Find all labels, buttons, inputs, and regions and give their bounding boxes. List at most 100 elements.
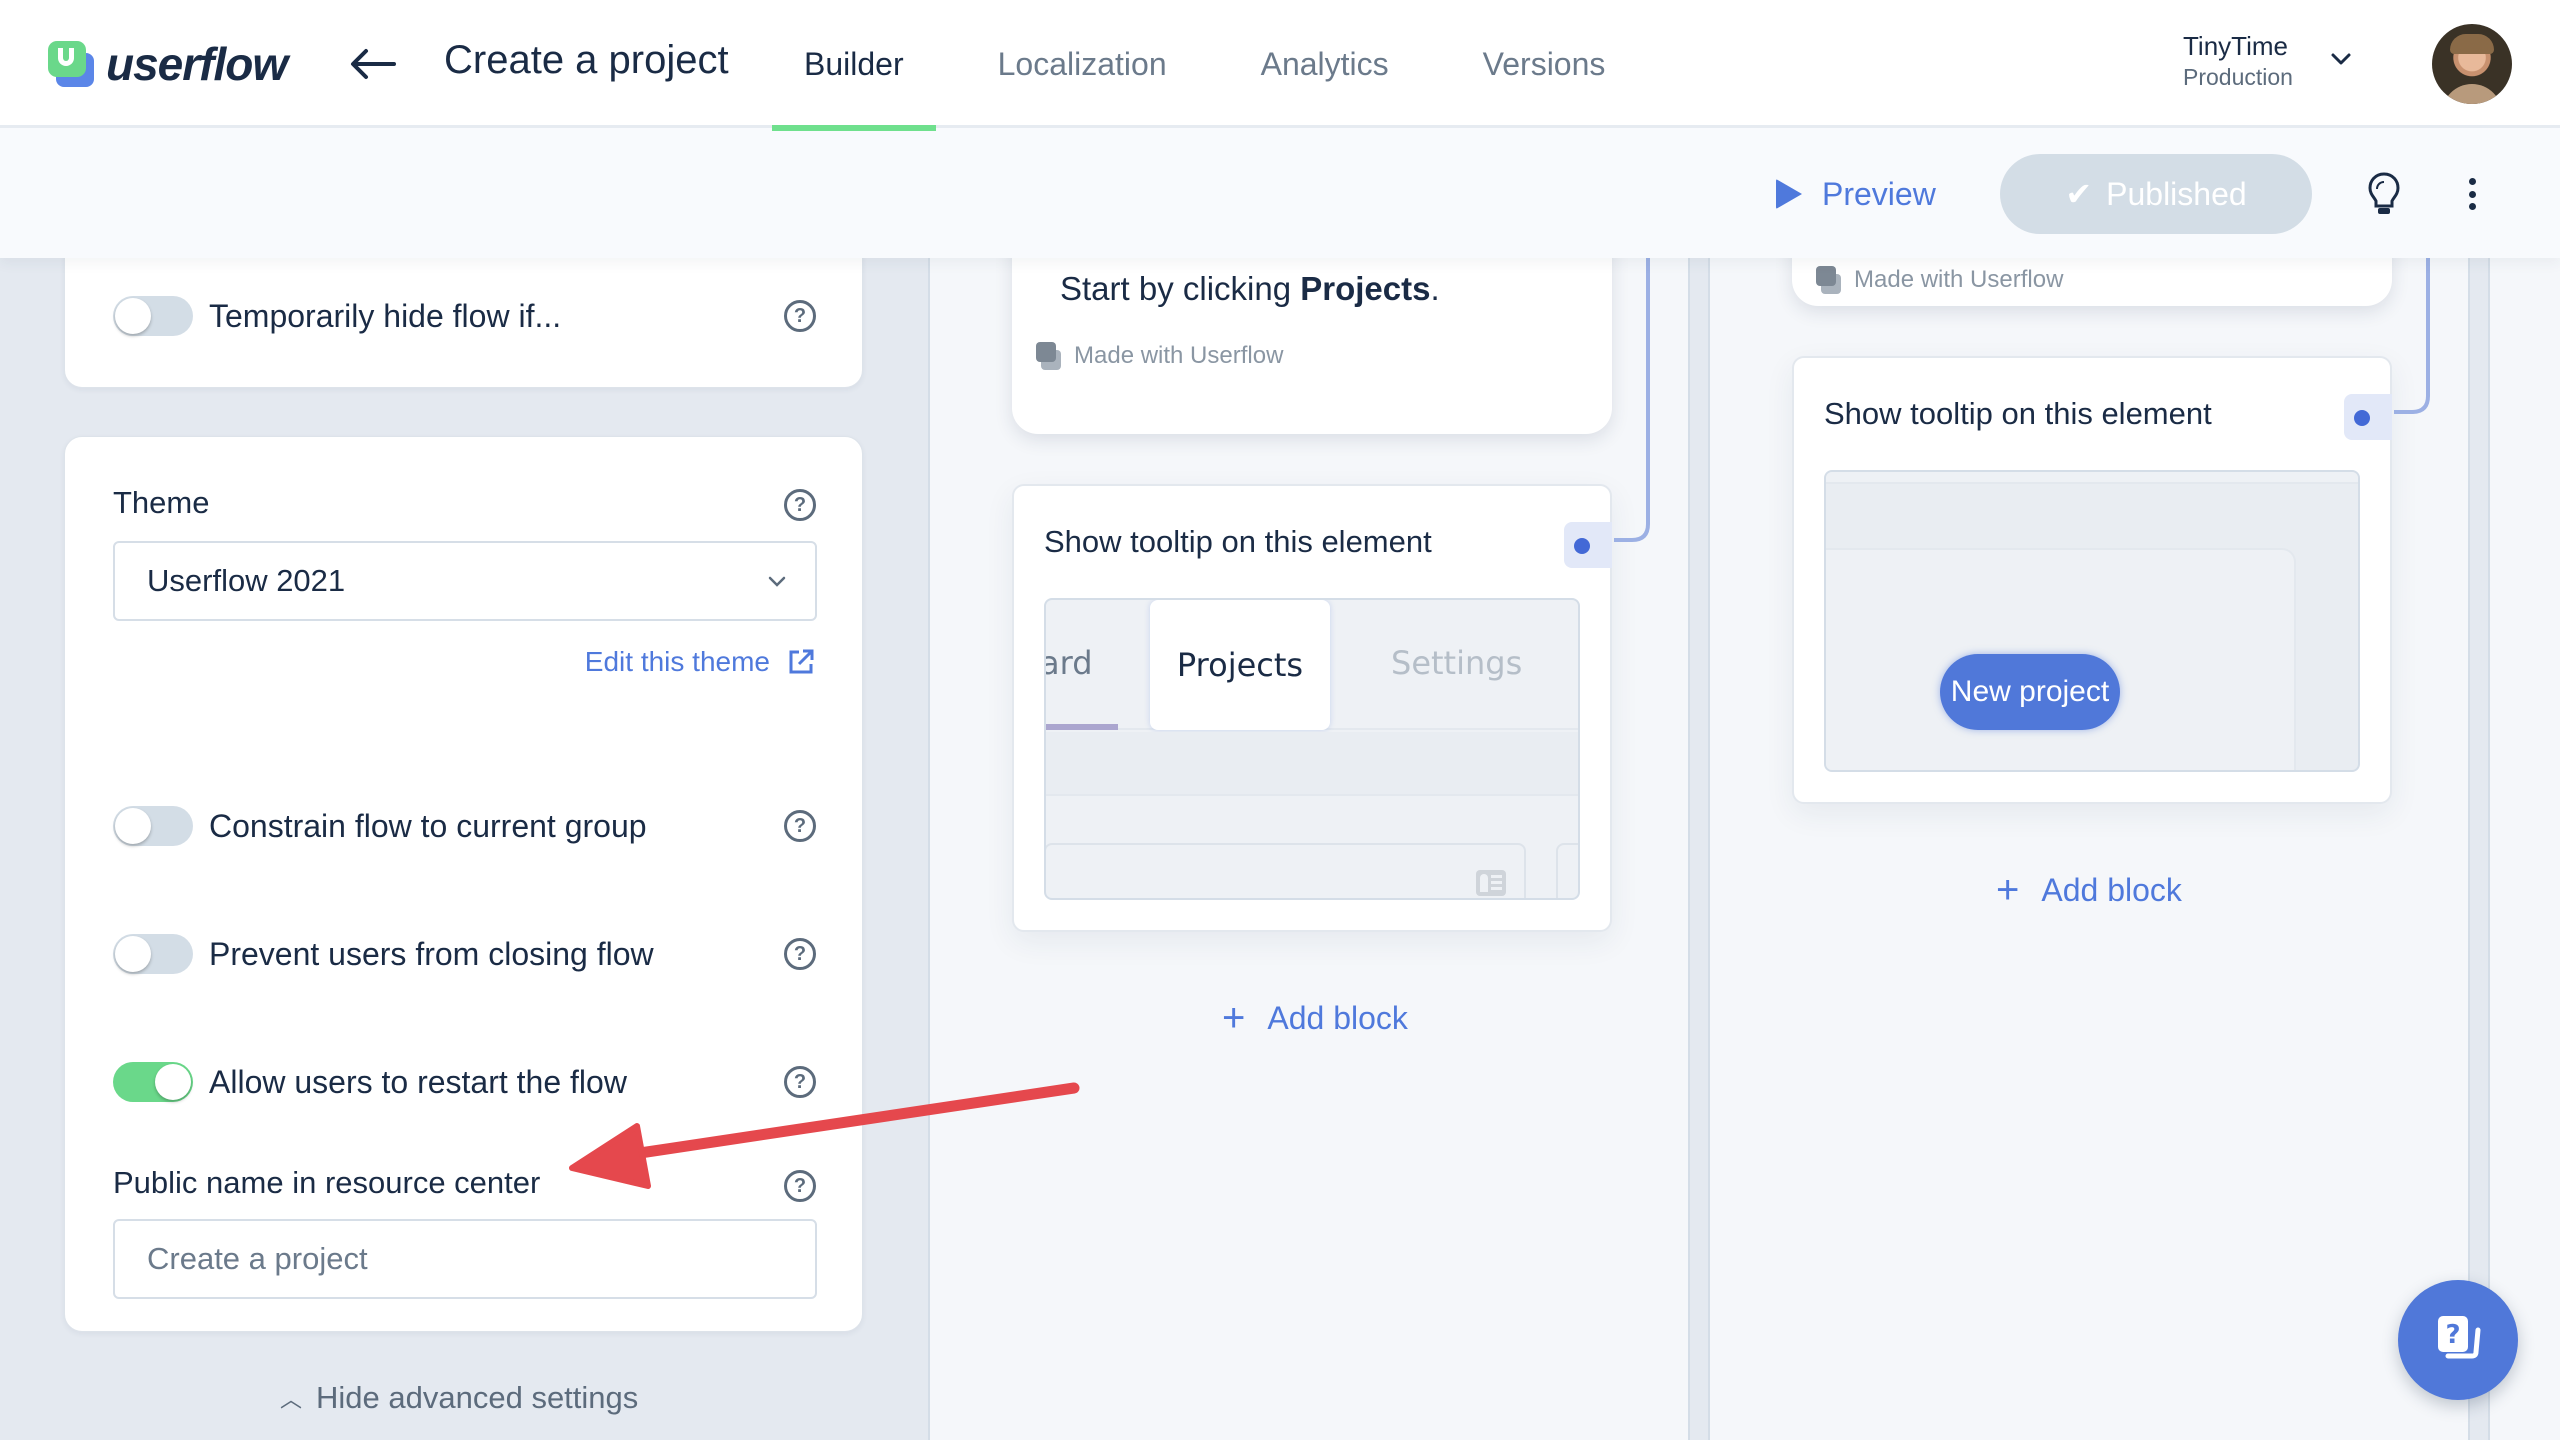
workspace-name: TinyTime [2183, 31, 2288, 61]
add-block-button[interactable]: + Add block [1996, 868, 2182, 913]
preview-label: Preview [1822, 175, 1936, 212]
check-icon: ✔ [2065, 176, 2093, 212]
preview-tab-settings: Settings [1391, 644, 1523, 682]
theme-select[interactable]: Userflow 2021 [113, 541, 817, 621]
lightbulb-icon[interactable] [2362, 170, 2406, 218]
toggle-row: Prevent users from closing flow ? [113, 932, 816, 976]
workspace-environment: Production [2183, 64, 2293, 90]
add-block-button[interactable]: + Add block [1222, 996, 1408, 1041]
main-tabs: Builder Localization Analytics Versions [772, 0, 1667, 131]
chevron-down-icon [768, 576, 786, 587]
plus-icon: + [1222, 996, 1246, 1040]
help-icon[interactable]: ? [784, 489, 816, 521]
allow-restart-toggle[interactable] [113, 1062, 193, 1102]
trigger-title: Show tooltip on this element [1824, 396, 2212, 431]
constrain-group-toggle[interactable] [113, 806, 193, 846]
contact-card-icon [1476, 870, 1506, 896]
preview-band [1046, 732, 1578, 796]
public-name-input[interactable] [113, 1219, 817, 1299]
hide-advanced-label: Hide advanced settings [316, 1380, 639, 1415]
userflow-logo-icon [46, 39, 96, 89]
kebab-dot [2468, 203, 2476, 210]
add-block-label: Add block [2041, 872, 2182, 908]
more-options-button[interactable] [2456, 172, 2488, 216]
user-avatar[interactable] [2432, 24, 2512, 104]
tooltip-preview-bubble[interactable]: Made with Userflow [1792, 258, 2392, 306]
edit-theme-label: Edit this theme [584, 646, 770, 677]
theme-selected-value: Userflow 2021 [147, 563, 346, 598]
tab-analytics[interactable]: Analytics [1229, 0, 1421, 128]
bubble-body-text: Start by clicking Projects. [1060, 270, 1440, 307]
next-step-column [2488, 258, 2560, 1440]
trigger-block[interactable]: Show tooltip on this element New project [1792, 356, 2392, 804]
made-with-label: Made with Userflow [1074, 342, 1284, 369]
step-column: super easy. Start by clicking Projects. … [928, 258, 1690, 1440]
tab-localization[interactable]: Localization [966, 0, 1199, 128]
tab-versions[interactable]: Versions [1451, 0, 1638, 128]
userflow-logo[interactable]: userflow [46, 36, 288, 92]
preview-tab-partial: ard [1044, 644, 1093, 682]
new-project-preview-button: New project [1940, 654, 2120, 730]
help-icon[interactable]: ? [784, 938, 816, 970]
trigger-block[interactable]: Show tooltip on this element ard Project… [1012, 484, 1612, 932]
temporarily-hide-toggle[interactable] [113, 296, 193, 336]
tab-builder[interactable]: Builder [772, 0, 936, 131]
userflow-mini-logo-icon [1036, 342, 1062, 370]
preview-row [1556, 843, 1578, 898]
connector-dot [1574, 538, 1590, 554]
temporarily-hide-row: Temporarily hide flow if... ? [113, 294, 816, 338]
resource-center-icon: ? [2438, 1316, 2481, 1359]
chevron-up-icon: ︿ [280, 1387, 303, 1412]
settings-card: Temporarily hide flow if... ? [64, 258, 863, 388]
connector-dot [2354, 410, 2370, 426]
made-with-userflow: Made with Userflow [1036, 342, 1283, 370]
toggle-label: Constrain flow to current group [209, 807, 647, 844]
toggle-label: Prevent users from closing flow [209, 935, 654, 972]
prevent-closing-toggle[interactable] [113, 934, 193, 974]
workspace-switcher[interactable]: TinyTime Production [2183, 30, 2293, 92]
kebab-dot [2468, 190, 2476, 198]
page-title: Create a project [444, 38, 729, 82]
published-label: Published [2106, 175, 2247, 212]
published-button[interactable]: ✔ Published [2000, 154, 2312, 234]
preview-button[interactable]: Preview [1776, 166, 1936, 222]
toggle-row: Constrain flow to current group ? [113, 804, 816, 848]
tab-label: Versions [1482, 45, 1606, 82]
flow-canvas: super easy. Start by clicking Projects. … [928, 258, 2560, 1440]
toggle-row: Allow users to restart the flow ? [113, 1060, 816, 1104]
connector-handle[interactable] [1564, 522, 1612, 568]
tooltip-preview-bubble[interactable]: super easy. Start by clicking Projects. … [1012, 258, 1612, 434]
edit-theme-link[interactable]: Edit this theme [585, 646, 816, 678]
plus-icon: + [1996, 868, 2020, 912]
kebab-dot [2468, 178, 2476, 185]
preview-tab-underline [1046, 724, 1118, 730]
arrow-left-icon [351, 49, 396, 79]
tab-label: Builder [804, 45, 904, 82]
hide-advanced-settings-button[interactable]: ︿ Hide advanced settings [280, 1380, 638, 1416]
logo-text: userflow [106, 38, 288, 90]
preview-row [1046, 843, 1526, 898]
connector-line [1614, 258, 1650, 542]
help-icon[interactable]: ? [784, 810, 816, 842]
resource-center-button[interactable]: ? [2398, 1280, 2518, 1400]
public-name-label: Public name in resource center [113, 1165, 541, 1200]
made-with-label: Made with Userflow [1854, 266, 2064, 293]
step-column: Made with Userflow Show tooltip on this … [1708, 258, 2470, 1440]
tab-label: Analytics [1260, 45, 1389, 82]
back-button[interactable] [348, 40, 398, 88]
chevron-down-icon[interactable] [2326, 44, 2356, 74]
preview-tab-bar: ard Projects Settings [1046, 600, 1578, 730]
play-icon [1776, 179, 1802, 209]
help-icon[interactable]: ? [784, 1066, 816, 1098]
toggle-label: Allow users to restart the flow [209, 1063, 627, 1100]
preview-inner-panel: New project [1826, 548, 2296, 770]
connector-handle[interactable] [2344, 394, 2392, 440]
temporarily-hide-label: Temporarily hide flow if... [209, 297, 562, 334]
element-preview: New project [1824, 470, 2360, 772]
help-icon[interactable]: ? [784, 1170, 816, 1202]
element-preview: ard Projects Settings [1044, 598, 1580, 900]
help-icon[interactable]: ? [784, 300, 816, 332]
top-navigation-bar: userflow Create a project Builder Locali… [0, 0, 2560, 131]
advanced-settings-card: Theme ? Userflow 2021 Edit this theme Co… [64, 436, 863, 1332]
preview-top-strip [1826, 472, 2358, 484]
